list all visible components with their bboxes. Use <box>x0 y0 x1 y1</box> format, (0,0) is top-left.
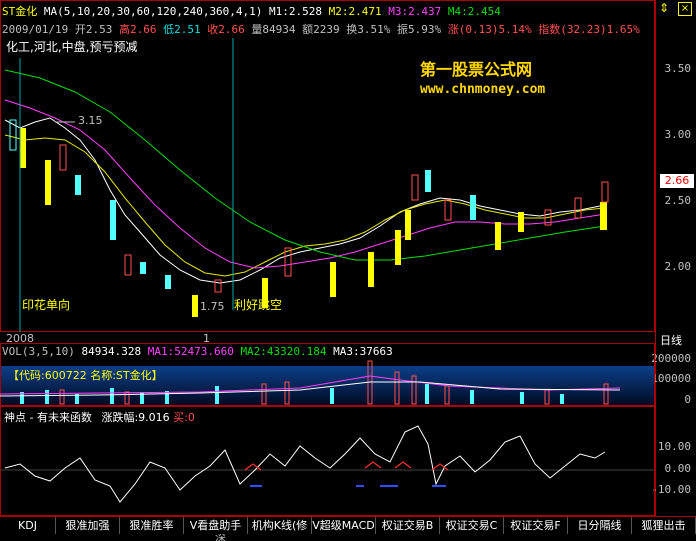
m2-value: M2:2.471 <box>328 5 382 18</box>
ma-line-white <box>4 117 601 284</box>
quote-date: 2009/01/19 <box>2 23 69 36</box>
quote-low: 低2.51 <box>163 23 201 36</box>
tab-hen-zhun-sheng-lv[interactable]: 狠准胜率 <box>120 517 184 535</box>
tab-warrant-trade-c[interactable]: 权证交易C <box>440 517 504 535</box>
quote-index: 指数(32.23)1.65% <box>538 23 640 36</box>
quote-amplitude: 振5.93% <box>396 23 442 36</box>
volume-tick: 100000 <box>651 372 691 385</box>
candles <box>9 119 609 317</box>
right-event-note: 利好跳空 <box>234 298 283 312</box>
quote-volume: 量84934 <box>251 23 296 36</box>
watermark-url: www.chnmoney.com <box>420 82 546 97</box>
tab-ji-gou-kline[interactable]: 机构K线(修 <box>248 517 312 535</box>
stock-tags: 化工,河北,中盘,预亏预减 <box>6 40 138 54</box>
ma-line-green <box>4 69 606 261</box>
price-tick: 3.00 <box>664 128 692 141</box>
tab-kdj[interactable]: KDJ <box>0 517 56 535</box>
tab-hen-zhun-jia-qiang[interactable]: 狠准加强 <box>56 517 120 535</box>
indicator-chart <box>0 425 655 503</box>
tab-warrant-trade-f[interactable]: 权证交易F <box>504 517 568 535</box>
quote-amount: 额2239 <box>302 23 340 36</box>
tab-day-divider[interactable]: 日分隔线 <box>568 517 632 535</box>
status-text: 深 <box>215 534 226 541</box>
ma-params: MA(5,10,20,30,60,120,240,360,4,1) <box>43 5 263 18</box>
watermark-title: 第一股票公式网 <box>420 60 533 79</box>
indicator-tick: -10.00 <box>651 483 691 496</box>
left-event-note: 印花单向 <box>22 298 71 312</box>
tab-v-kan-pan-zhu-shou[interactable]: V看盘助手 <box>184 517 248 535</box>
quote-open: 开2.53 <box>74 23 113 36</box>
price-tick: 3.50 <box>664 62 692 75</box>
tab-fox-strike[interactable]: 狐狸出击 <box>632 517 696 535</box>
peak-annotation: 3.15 <box>78 114 103 127</box>
m1-value: M1:2.528 <box>269 5 323 18</box>
quote-high: 高2.66 <box>118 23 157 36</box>
current-price-badge: 2.66 <box>660 174 694 188</box>
top-info-line: ST金化 MA(5,10,20,30,60,120,240,360,4,1) M… <box>2 3 501 19</box>
indicator-tick: 10.00 <box>657 440 691 453</box>
settings-icon[interactable]: ⇕ <box>659 2 671 14</box>
volume-tick: 0 <box>684 393 691 406</box>
quote-turnover: 换3.51% <box>346 23 391 36</box>
indicator-tick: 0.00 <box>664 462 692 475</box>
m3-value: M3:2.437 <box>388 5 442 18</box>
tab-v-super-macd[interactable]: V超级MACD <box>312 517 376 535</box>
volume-bars <box>0 360 621 405</box>
m4-value: M4:2.454 <box>447 5 501 18</box>
ma-line-yellow <box>4 134 606 277</box>
indicator-tabs: KDJ 狠准加强 狠准胜率 V看盘助手 机构K线(修 V超级MACD 权证交易B… <box>0 516 696 535</box>
quote-close: 收2.66 <box>207 23 245 36</box>
stock-name[interactable]: ST金化 <box>2 5 37 18</box>
tab-warrant-trade-b[interactable]: 权证交易B <box>376 517 440 535</box>
right-axis: ⇕ × 3.50 3.00 2.50 2.00 2.66 日线 200000 1… <box>651 0 696 516</box>
status-bar: 深 <box>0 534 696 541</box>
quote-line: 2009/01/19 开2.53 高2.66 低2.51 收2.66 量8493… <box>2 21 640 37</box>
low-annotation: 1.75 <box>200 300 225 313</box>
close-icon[interactable]: × <box>678 2 692 16</box>
period-label[interactable]: 日线 <box>660 332 682 348</box>
price-tick: 2.50 <box>664 194 692 207</box>
volume-tick: 200000 <box>651 352 691 365</box>
price-tick: 2.00 <box>664 260 692 273</box>
quote-change: 涨(0.13)5.14% <box>447 23 532 36</box>
